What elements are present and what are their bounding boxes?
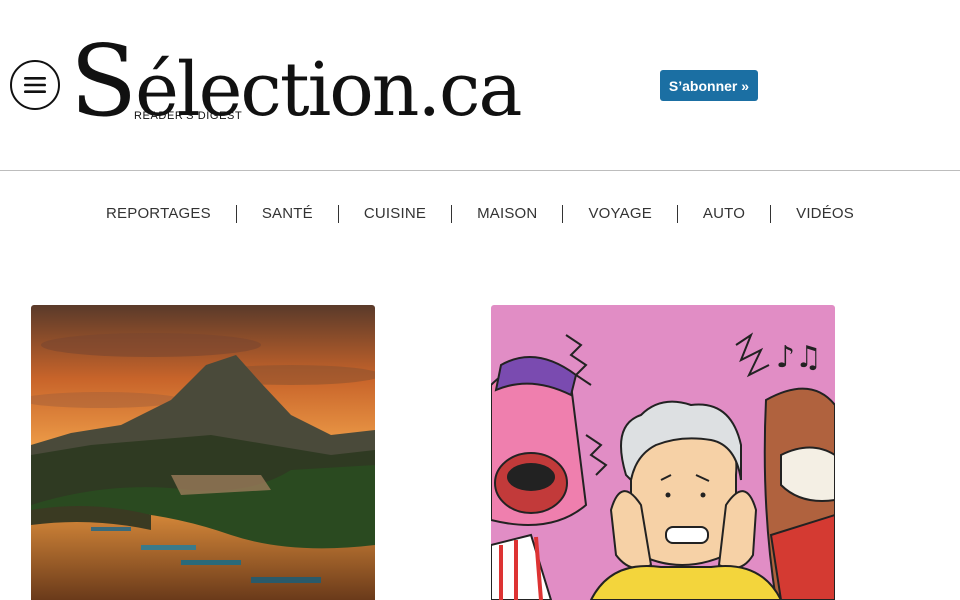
subscribe-button[interactable]: S’abonner » [660, 70, 758, 101]
nav-item-auto[interactable]: AUTO [678, 205, 772, 223]
header-divider [0, 170, 960, 171]
nav-item-maison[interactable]: MAISON [452, 205, 564, 223]
main-nav: REPORTAGES SANTÉ CUISINE MAISON VOYAGE A… [0, 200, 960, 228]
nav-item-reportages[interactable]: REPORTAGES [81, 205, 237, 223]
river-mountain-sunset-photo [31, 305, 375, 600]
nav-item-videos[interactable]: VIDÉOS [771, 205, 879, 223]
hamburger-menu-icon [24, 77, 46, 93]
site-logo[interactable]: Sélection.ca READER'S DIGEST [70, 33, 523, 133]
menu-button[interactable] [10, 60, 60, 110]
noisy-neighbors-illustration: ♪♫ [491, 305, 835, 600]
article-card[interactable] [31, 305, 375, 600]
article-card[interactable]: ♪♫ [491, 305, 835, 600]
svg-text:♪♫: ♪♫ [776, 340, 822, 375]
nav-item-cuisine[interactable]: CUISINE [339, 205, 453, 223]
nav-item-sante[interactable]: SANTÉ [237, 205, 339, 223]
nav-item-voyage[interactable]: VOYAGE [563, 205, 678, 223]
site-header: Sélection.ca READER'S DIGEST S’abonner » [0, 0, 960, 170]
logo-tagline: READER'S DIGEST [134, 110, 243, 122]
